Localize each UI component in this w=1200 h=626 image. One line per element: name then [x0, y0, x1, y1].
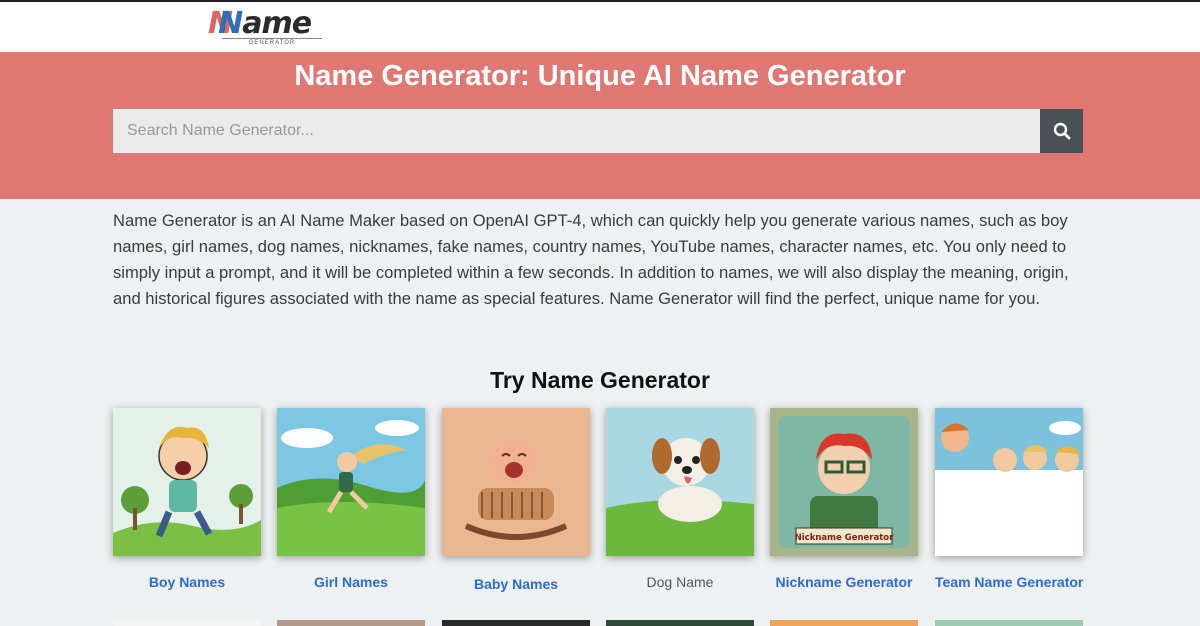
- card-nickname-generator[interactable]: Nickname Generator Nickname Generator: [770, 408, 918, 590]
- top-bar: NName GENERATOR: [0, 0, 1200, 52]
- partial-thumbnail[interactable]: [935, 620, 1083, 626]
- partial-thumbnail[interactable]: [770, 620, 918, 626]
- card-baby-names[interactable]: Baby Names: [442, 408, 590, 592]
- nickname-badge-text: Nickname Generator: [795, 533, 894, 543]
- partial-thumbnail[interactable]: [442, 620, 590, 626]
- search-input[interactable]: [113, 109, 1040, 153]
- card-boy-names[interactable]: Boy Names: [113, 408, 261, 590]
- dog-name-thumbnail[interactable]: [606, 408, 754, 556]
- card-label[interactable]: Nickname Generator: [770, 574, 918, 590]
- generator-cards: Boy Names Girl Names Baby Names Dog Name…: [113, 408, 1088, 598]
- card-label[interactable]: Baby Names: [442, 576, 590, 592]
- hero-banner: Name Generator: Unique AI Name Generator: [0, 52, 1200, 199]
- page-title: Name Generator: Unique AI Name Generator: [294, 60, 906, 92]
- search-button[interactable]: [1040, 109, 1083, 153]
- search-icon: [1053, 122, 1070, 140]
- card-team-name-generator[interactable]: Team Name Generator: [935, 408, 1083, 590]
- site-logo[interactable]: NName GENERATOR: [208, 6, 328, 48]
- boy-names-thumbnail[interactable]: [113, 408, 261, 556]
- search-bar: [113, 109, 1083, 153]
- card-label[interactable]: Boy Names: [113, 574, 261, 590]
- section-title: Try Name Generator: [490, 367, 710, 393]
- cards-row-2-partial: [113, 620, 1088, 626]
- card-label[interactable]: Girl Names: [277, 574, 425, 590]
- card-dog-name[interactable]: Dog Name: [606, 408, 754, 590]
- partial-thumbnail[interactable]: [606, 620, 754, 626]
- card-label[interactable]: Team Name Generator: [935, 574, 1083, 590]
- card-label[interactable]: Dog Name: [606, 574, 754, 590]
- card-girl-names[interactable]: Girl Names: [277, 408, 425, 590]
- intro-paragraph: Name Generator is an AI Name Maker based…: [113, 211, 1069, 308]
- team-name-generator-thumbnail[interactable]: [935, 408, 1083, 556]
- baby-names-thumbnail[interactable]: [442, 408, 590, 556]
- partial-thumbnail[interactable]: [277, 620, 425, 626]
- girl-names-thumbnail[interactable]: [277, 408, 425, 556]
- logo-subtitle: GENERATOR: [222, 38, 322, 46]
- logo-wordmark: NName: [208, 6, 312, 41]
- partial-thumbnail[interactable]: [113, 620, 261, 626]
- nickname-generator-thumbnail[interactable]: Nickname Generator: [770, 408, 918, 556]
